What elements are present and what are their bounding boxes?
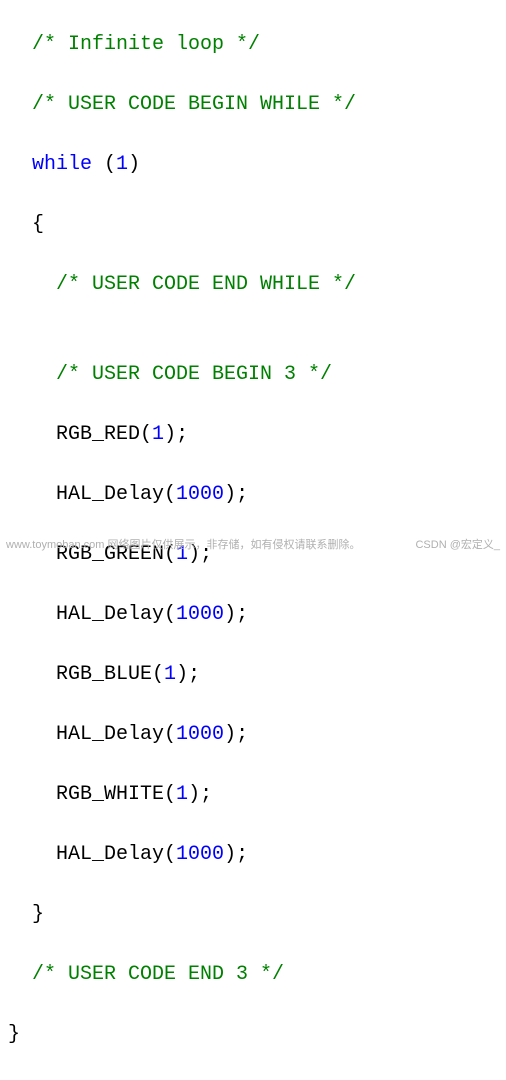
number-1: 1 xyxy=(116,153,128,176)
comment-infinite-loop: /* Infinite loop */ xyxy=(8,33,260,56)
keyword-while: while xyxy=(32,153,92,176)
call-rgb-blue: RGB_BLUE xyxy=(8,663,152,686)
brace-close-outer: } xyxy=(8,1023,20,1046)
call-rgb-red: RGB_RED xyxy=(8,423,140,446)
comment-end-3: /* USER CODE END 3 */ xyxy=(8,963,284,986)
call-rgb-white: RGB_WHITE xyxy=(8,783,164,806)
watermark-left: www.toymoban.com 网络图片仅供展示，非存储，如有侵权请联系删除。 xyxy=(6,537,361,554)
call-hal-delay: HAL_Delay xyxy=(8,603,164,626)
brace-close-inner: } xyxy=(8,903,44,926)
call-hal-delay: HAL_Delay xyxy=(8,483,164,506)
call-hal-delay: HAL_Delay xyxy=(8,843,164,866)
call-hal-delay: HAL_Delay xyxy=(8,723,164,746)
watermark-bar: www.toymoban.com 网络图片仅供展示，非存储，如有侵权请联系删除。… xyxy=(6,537,500,554)
watermark-right: CSDN @宏定义_ xyxy=(415,537,500,554)
comment-end-while: /* USER CODE END WHILE */ xyxy=(8,273,356,296)
comment-begin-3: /* USER CODE BEGIN 3 */ xyxy=(8,363,332,386)
brace-open: { xyxy=(8,213,44,236)
comment-begin-while: /* USER CODE BEGIN WHILE */ xyxy=(8,93,356,116)
paren-open: ( xyxy=(92,153,116,176)
paren-close: ) xyxy=(128,153,140,176)
